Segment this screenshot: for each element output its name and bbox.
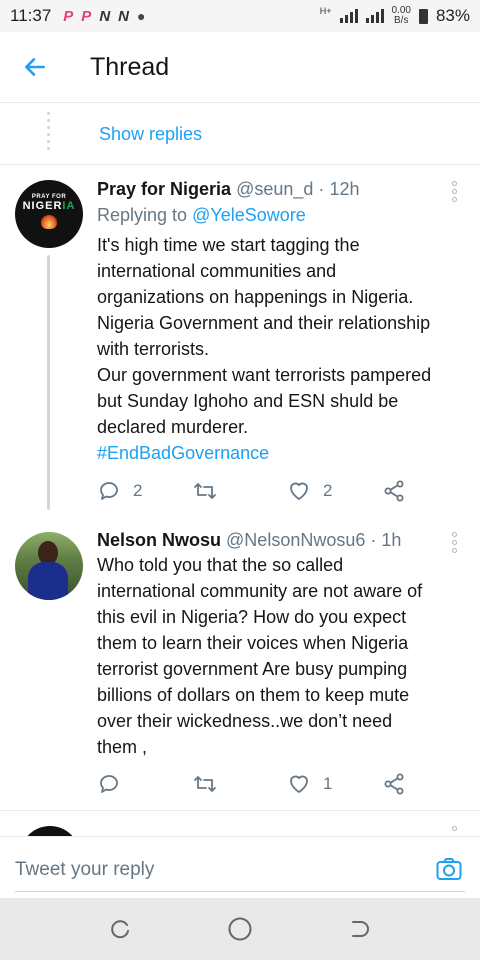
tweet-text-line: terrorist government Are busy pumping [97, 659, 408, 679]
retweet-icon [194, 776, 216, 792]
app-notification-icon: P [81, 7, 92, 25]
tweet-text-line: organizations on happenings in Nigeria. [97, 287, 414, 307]
tweet-header: Pray for Nigeria @seun_d · 12h [97, 179, 359, 200]
tweet-text-line: over their wickedness..we don’t need [97, 711, 393, 731]
like-count: 1 [323, 774, 333, 793]
share-icon [384, 773, 404, 795]
tweet-text-line: this evil in Nigeria? How do you expect [97, 607, 407, 627]
avatar [20, 826, 80, 836]
author-handle[interactable]: @seun_d [236, 179, 313, 199]
show-replies-link[interactable]: Show replies [99, 124, 202, 145]
retweet-button[interactable] [192, 479, 287, 503]
avatar[interactable]: PRAY FOR NIGERIA [15, 180, 83, 248]
heart-icon [290, 482, 308, 500]
battery-icon [418, 8, 428, 24]
status-bar: 11:37 P P N N ● H+ 0.00 B/s 83% [0, 0, 480, 32]
tweet-text-line: with terrorists. [97, 339, 210, 359]
back-nav-icon[interactable] [345, 914, 375, 944]
tweet-text-line: them , [97, 737, 148, 757]
replying-prefix: Replying to [97, 205, 188, 225]
signal-icon [339, 9, 358, 23]
author-name[interactable]: Nelson Nwosu [97, 530, 221, 550]
page-title: Thread [90, 52, 170, 81]
input-underline [15, 891, 465, 892]
tweet-text-line: It's high time we start tagging the [97, 235, 360, 255]
status-time: 11:37 [10, 6, 52, 25]
tweet-actions: 2 2 [97, 478, 427, 504]
more-options-icon[interactable] [449, 532, 459, 553]
thread-connector-dots [47, 112, 51, 154]
share-button[interactable] [382, 479, 406, 503]
heart-icon [290, 775, 308, 793]
system-nav-bar [0, 898, 480, 960]
replying-to: Replying to @YeleSowore [97, 205, 306, 226]
tweet-text-line: but Sunday Ighoho and ESN shuld be [97, 391, 399, 411]
meta-separator: · [370, 530, 377, 550]
candle-flame-icon [41, 214, 57, 229]
reply-composer: Tweet your reply [0, 836, 480, 898]
speed-unit: B/s [394, 15, 409, 26]
tweet-text-line: them to learn their voices when Nigeria [97, 633, 409, 653]
network-speed: 0.00 B/s [392, 6, 411, 26]
author-name[interactable]: Pray for Nigeria [97, 179, 231, 199]
divider [0, 810, 480, 811]
meta-separator: · [318, 179, 325, 199]
like-count: 2 [323, 481, 333, 500]
hashtag-link[interactable]: #EndBadGovernance [97, 440, 465, 466]
tweet-time: 12h [329, 179, 360, 199]
app-notification-icon: N [99, 7, 111, 25]
tweet-text-line: international community are not aware of [97, 581, 423, 601]
tweet-text-line: Nigeria Government and their relationshi… [97, 313, 431, 333]
tweet-text-line: declared murderer. [97, 417, 249, 437]
reply-button[interactable] [97, 772, 192, 796]
signal-icon [365, 9, 384, 23]
tweet-text-line: international communities and [97, 261, 337, 281]
app-notification-icon: P [63, 7, 74, 25]
more-options-icon [449, 826, 459, 831]
author-handle[interactable]: @NelsonNwosu6 [226, 530, 365, 550]
tweet-text-line: Who told you that the so called [97, 555, 344, 575]
tweet-text: Who told you that the so called internat… [97, 552, 465, 760]
thread-connector-line [47, 255, 50, 510]
tweet-header: Nelson Nwosu @NelsonNwosu6 · 1h [97, 530, 401, 551]
app-notification-icon: N [118, 7, 129, 25]
reply-count: 2 [133, 481, 143, 500]
tweet-text-line: billions of dollars on them to keep mute [97, 685, 410, 705]
replying-handle-link[interactable]: @YeleSowore [192, 205, 306, 225]
home-circle-icon[interactable] [225, 914, 255, 944]
tweet-actions: 1 [97, 771, 427, 797]
reply-icon [100, 775, 118, 793]
recent-apps-icon[interactable] [105, 914, 135, 944]
tweet-card[interactable]: PRAY FOR NIGERIA Pray for Nigeria @seun_… [0, 165, 480, 515]
like-button[interactable]: 2 [287, 479, 382, 503]
reply-icon [100, 482, 118, 500]
avatar-logo-text: NIGERIA [22, 199, 76, 212]
arrow-left-icon[interactable] [0, 32, 70, 102]
next-tweet-peek[interactable] [0, 812, 480, 836]
header: Thread [0, 32, 480, 102]
reply-input[interactable]: Tweet your reply [15, 859, 154, 881]
more-notifications-dot-icon: ● [137, 8, 146, 24]
tweet-text-line: Our government want terrorists pampered [97, 365, 432, 385]
tweet-text: It's high time we start tagging the inte… [97, 232, 465, 466]
tweet-time: 1h [381, 530, 402, 550]
avatar[interactable] [15, 532, 83, 600]
scrolled-action-row [0, 102, 480, 112]
reply-button[interactable]: 2 [97, 479, 192, 503]
network-type: H+ [319, 6, 332, 16]
battery-percent: 83% [435, 6, 470, 25]
more-options-icon[interactable] [449, 181, 459, 202]
like-button[interactable]: 1 [287, 772, 382, 796]
share-button[interactable] [382, 772, 406, 796]
camera-icon[interactable] [435, 855, 463, 883]
retweet-icon [194, 483, 216, 499]
retweet-button[interactable] [192, 772, 287, 796]
tweet-card[interactable]: Nelson Nwosu @NelsonNwosu6 · 1h Who told… [0, 520, 480, 810]
share-icon [384, 480, 404, 502]
